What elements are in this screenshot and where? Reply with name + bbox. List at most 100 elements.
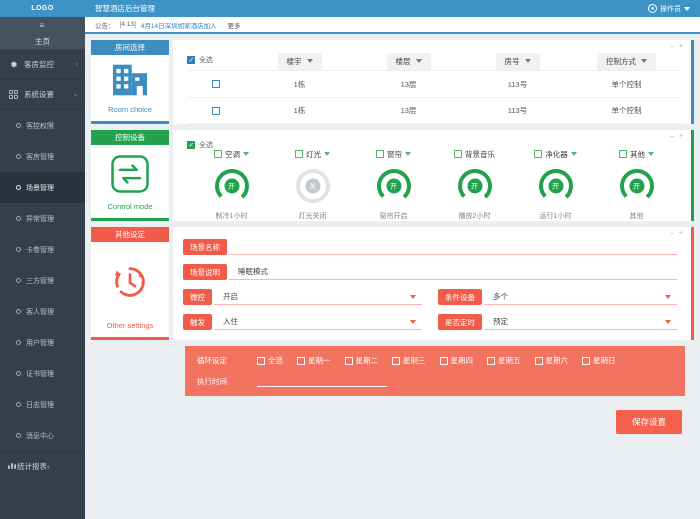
checkbox-icon[interactable]	[534, 150, 543, 158]
column-header-floor[interactable]: 楼层	[354, 51, 463, 70]
checkbox-icon[interactable]	[582, 356, 590, 365]
cycle-checkbox-friday[interactable]: 星期五	[487, 355, 521, 366]
cycle-checkbox-tuesday[interactable]: 星期二	[344, 355, 378, 366]
cycle-checkbox-sunday[interactable]: 星期日	[582, 355, 616, 366]
device-state-label: 开	[467, 178, 482, 194]
device-other[interactable]: 其他 开 其他	[596, 146, 677, 221]
device-background-music[interactable]: 背景音乐 开 播放2小时	[434, 146, 515, 221]
device-toggle-gauge[interactable]: 开	[376, 168, 412, 204]
minimize-icon[interactable]: –	[670, 133, 676, 140]
gear-icon	[7, 60, 20, 69]
checkbox-icon[interactable]	[392, 356, 400, 365]
sidebar-item-room-management[interactable]: 客房管理	[0, 141, 85, 172]
control-device-tab[interactable]: 控制设备	[91, 130, 169, 145]
checkbox-icon[interactable]	[212, 80, 220, 88]
sidebar-group-system-settings[interactable]: 系统设置 ⌄	[0, 80, 85, 110]
checkbox-icon[interactable]	[295, 150, 303, 158]
device-curtain[interactable]: 窗帘 开 窗帘开启	[353, 146, 434, 221]
device-toggle-gauge[interactable]: 开	[214, 168, 250, 204]
chevron-down-icon[interactable]	[324, 152, 330, 156]
sidebar-item-third-party-management[interactable]: 三方管理	[0, 265, 85, 296]
device-label: 灯光	[306, 149, 321, 159]
device-status-text: 播放2小时	[458, 213, 491, 220]
cycle-checkbox-all[interactable]: 全选	[257, 355, 283, 366]
cycle-checkbox-wednesday[interactable]: 星期三	[392, 355, 426, 366]
chevron-down-icon[interactable]	[243, 152, 249, 156]
checkbox-icon[interactable]	[534, 356, 543, 365]
device-toggle-gauge[interactable]: 关	[295, 168, 331, 204]
field-label-timing: 是否定时	[438, 314, 482, 330]
device-toggle-gauge[interactable]: 开	[457, 168, 493, 204]
form-row-scene-desc: 场景说明 睡眠模式	[183, 264, 677, 280]
checkbox-icon[interactable]	[376, 150, 384, 158]
maximize-icon[interactable]: +	[679, 133, 685, 140]
sidebar-item-certificate-management[interactable]: 证书管理	[0, 358, 85, 389]
sidebar-item-log-management[interactable]: 日志管理	[0, 389, 85, 420]
room-choice-tab[interactable]: 房间选择	[91, 40, 169, 55]
exec-time-input[interactable]	[257, 375, 387, 387]
trigger-select[interactable]: 入住	[214, 314, 422, 330]
cycle-checkbox-saturday[interactable]: 星期六	[534, 355, 568, 366]
maximize-icon[interactable]: +	[679, 230, 685, 237]
sidebar-item-card-management[interactable]: 卡卷管理	[0, 234, 85, 265]
minimize-icon[interactable]: –	[670, 43, 676, 50]
sidebar-item-guest-management[interactable]: 客人管理	[0, 296, 85, 327]
checkbox-icon[interactable]	[619, 150, 627, 158]
sidebar-item-scene-management[interactable]: 场景管理	[0, 172, 85, 203]
chevron-down-icon[interactable]	[570, 152, 577, 156]
user-menu[interactable]: ● 操作员	[648, 4, 690, 14]
micro-select[interactable]: 开启	[214, 289, 422, 305]
checkbox-icon[interactable]	[257, 356, 265, 365]
row-checkbox-cell[interactable]	[187, 80, 245, 88]
table-row[interactable]: 1栋 13层 113号 单个控制	[187, 70, 681, 97]
sidebar-item-home[interactable]: 主页	[0, 33, 85, 50]
sidebar-group-room-monitor[interactable]: 客房监控 ‹	[0, 50, 85, 80]
checkbox-icon[interactable]	[187, 141, 195, 149]
notice-more-link[interactable]: 更多	[228, 20, 241, 30]
column-label: 楼层	[395, 56, 411, 66]
checkbox-icon[interactable]	[212, 106, 220, 115]
device-toggle-gauge[interactable]: 开	[538, 168, 574, 204]
checkbox-icon[interactable]	[187, 56, 195, 64]
checkbox-icon[interactable]	[439, 356, 448, 365]
checkbox-icon[interactable]	[214, 150, 222, 158]
column-header-building[interactable]: 楼宇	[245, 51, 354, 70]
condition-device-select[interactable]: 多个	[484, 289, 677, 305]
chevron-down-icon[interactable]	[405, 152, 411, 156]
chevron-down-icon[interactable]	[648, 152, 654, 156]
chevron-left-icon: ‹	[76, 61, 78, 68]
device-toggle-gauge[interactable]: 开	[619, 168, 655, 204]
chevron-down-icon	[410, 294, 416, 299]
menu-toggle-icon[interactable]: ≡	[0, 17, 85, 33]
checkbox-icon[interactable]	[344, 356, 353, 365]
column-header-control-mode[interactable]: 控制方式	[572, 51, 681, 70]
device-air-conditioner[interactable]: 空调 开 制冷1小时	[191, 146, 272, 221]
row-checkbox-cell[interactable]	[187, 106, 245, 115]
sidebar-item-message-center[interactable]: 消息中心	[0, 420, 85, 451]
other-settings-tab[interactable]: 其他设定	[91, 227, 169, 242]
device-purifier[interactable]: 净化器 开 运行1小时	[515, 146, 596, 221]
checkbox-icon[interactable]	[454, 150, 462, 158]
timing-select[interactable]: 预定	[484, 314, 677, 330]
maximize-icon[interactable]: +	[679, 43, 685, 50]
sidebar-item-client-permission[interactable]: 客控权限	[0, 110, 85, 141]
checkbox-icon[interactable]	[297, 356, 305, 365]
sidebar-group-statistics-report[interactable]: 统计报表 ‹	[0, 451, 85, 481]
room-select-all[interactable]: 全选	[187, 55, 245, 65]
table-row[interactable]: 1栋 13层 113号 单个控制	[187, 97, 681, 124]
notice-link[interactable]: 4月14日深圳如家酒店加入	[141, 20, 217, 30]
save-button[interactable]: 保存设置	[615, 410, 682, 434]
sidebar-item-user-management[interactable]: 用户管理	[0, 327, 85, 358]
scene-name-input[interactable]	[229, 239, 677, 255]
sidebar-item-exception-management[interactable]: 异常管理	[0, 203, 85, 234]
device-light[interactable]: 灯光 关 灯光关闭	[272, 146, 353, 221]
scene-desc-input[interactable]: 睡眠模式	[229, 264, 677, 280]
cell-building: 1栋	[293, 79, 306, 89]
logo[interactable]: LOGO	[0, 0, 85, 17]
form-row-scene-name: 场景名称	[183, 239, 677, 255]
checkbox-icon[interactable]	[487, 356, 495, 365]
minimize-icon[interactable]: –	[670, 230, 676, 237]
column-header-room-number[interactable]: 房号	[463, 51, 572, 70]
cycle-checkbox-monday[interactable]: 星期一	[297, 355, 331, 366]
cycle-checkbox-thursday[interactable]: 星期四	[439, 355, 473, 366]
